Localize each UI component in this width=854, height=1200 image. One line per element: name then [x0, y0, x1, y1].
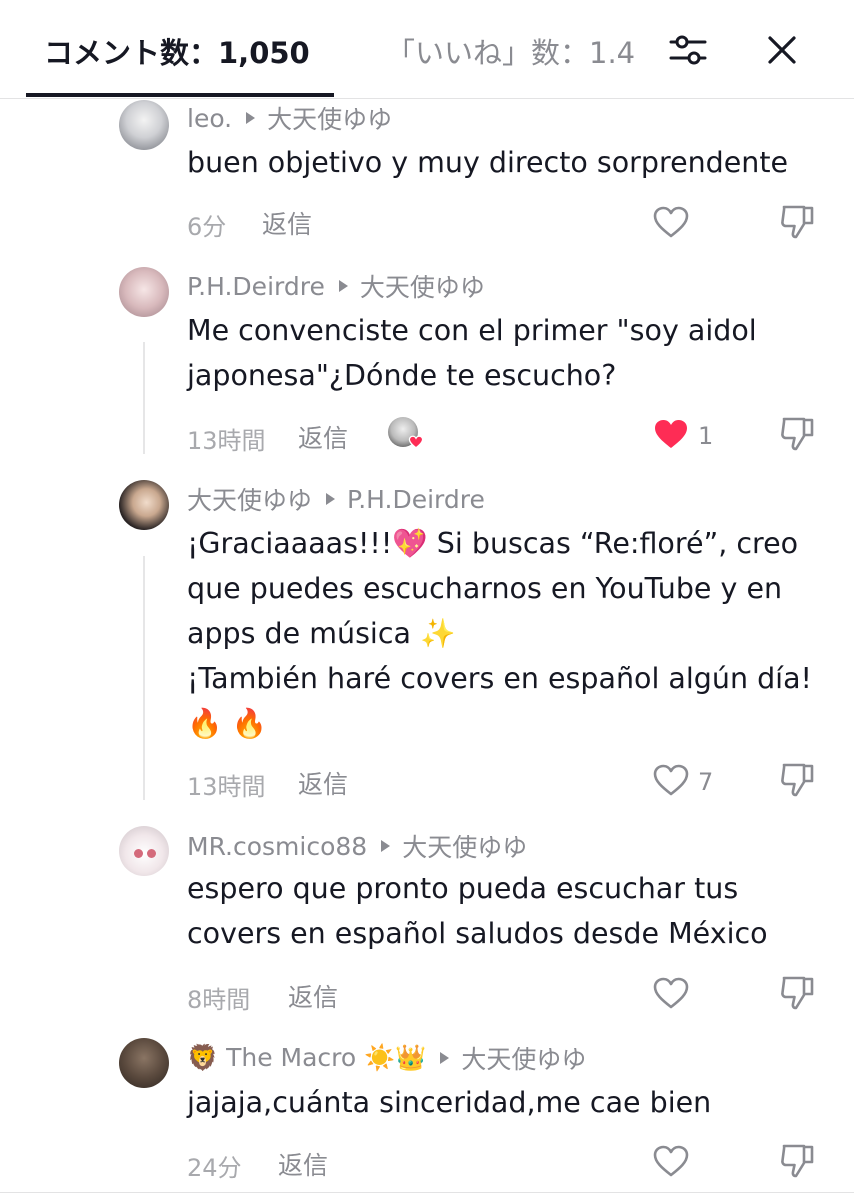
comment-header: P.H.Deirdre 大天使ゆゆ	[187, 268, 485, 304]
comment-text: espero que pronto pueda escuchar tus cov…	[187, 866, 768, 956]
comment-header: 大天使ゆゆ P.H.Deirdre	[187, 481, 485, 517]
username[interactable]: leo.	[187, 104, 232, 133]
comment-time: 13時間	[187, 773, 266, 801]
avatar[interactable]	[119, 267, 169, 317]
heart-outline-icon	[653, 206, 689, 238]
like-button[interactable]	[652, 760, 692, 800]
header-divider	[0, 98, 854, 99]
comment-time: 8時間	[187, 986, 251, 1014]
comment-line: espero que pronto pueda escuchar tus	[187, 872, 739, 905]
heart-outline-icon	[653, 1145, 689, 1177]
heart-outline-icon	[653, 977, 689, 1009]
reply-to-username[interactable]: 大天使ゆゆ	[402, 828, 527, 864]
reply-to-arrow-icon	[338, 280, 348, 292]
filter-button[interactable]	[664, 26, 712, 74]
comment-line: Me convenciste con el primer "soy aidol	[187, 314, 757, 347]
reply-to-username[interactable]: P.H.Deirdre	[347, 485, 485, 514]
active-tab-indicator	[26, 93, 334, 97]
comment-line: que puedes escucharnos en YouTube y en	[187, 572, 783, 605]
comment-header: leo. 大天使ゆゆ	[187, 100, 392, 136]
reply-button[interactable]: 返信	[298, 765, 348, 801]
like-button[interactable]	[652, 1141, 692, 1181]
comments-header: コメント数：1,050 「いいね」数：1.4	[0, 0, 854, 100]
comment-text: jajaja,cuánta sinceridad,me cae bien	[187, 1080, 711, 1125]
comment-line: buen objetivo y muy directo sorprendente	[187, 146, 789, 179]
reply-button[interactable]: 返信	[298, 419, 348, 455]
tab-comments[interactable]: コメント数：1,050	[44, 30, 310, 72]
reply-button[interactable]: 返信	[278, 1146, 328, 1182]
username[interactable]: 大天使ゆゆ	[187, 481, 312, 517]
comment-line: covers en español saludos desde México	[187, 917, 768, 950]
like-count: 7	[698, 768, 714, 796]
tab-likes[interactable]: 「いいね」数：1.4	[386, 30, 642, 72]
comment-line: ¡También haré covers en español algún dí…	[187, 662, 812, 695]
like-count: 1	[698, 422, 714, 450]
thumbs-down-icon	[781, 976, 814, 1010]
username[interactable]: 🦁 The Macro ☀️👑	[187, 1043, 426, 1073]
reply-to-username[interactable]: 大天使ゆゆ	[360, 268, 485, 304]
comment-line: jajaja,cuánta sinceridad,me cae bien	[187, 1086, 712, 1119]
heart-filled-icon	[655, 420, 687, 448]
comment-time: 13時間	[187, 427, 266, 455]
username[interactable]: MR.cosmico88	[187, 832, 367, 861]
thumbs-down-icon	[781, 417, 814, 451]
reply-to-arrow-icon	[381, 840, 391, 852]
comment-line: ¡Graciaaaas!!!💖 Si buscas “Re:floré”, cr…	[187, 527, 799, 560]
comment-time: 6分	[187, 213, 227, 241]
comment-header: 🦁 The Macro ☀️👑 大天使ゆゆ	[187, 1040, 586, 1076]
comment-text: buen objetivo y muy directo sorprendente	[187, 140, 788, 185]
avatar[interactable]	[119, 1038, 169, 1088]
username[interactable]: P.H.Deirdre	[187, 272, 325, 301]
avatar[interactable]	[119, 100, 169, 150]
reply-to-username[interactable]: 大天使ゆゆ	[267, 100, 392, 136]
reply-to-arrow-icon	[246, 112, 256, 124]
sliders-icon	[669, 35, 707, 65]
comment-line: japonesa"¿Dónde te escucho?	[187, 359, 617, 392]
reply-to-arrow-icon	[326, 493, 336, 505]
reply-button[interactable]: 返信	[288, 978, 338, 1014]
dislike-button[interactable]	[778, 414, 818, 454]
comment-line: apps de música ✨	[187, 617, 456, 650]
heart-outline-icon	[653, 764, 689, 796]
comment-line: 🔥 🔥	[187, 707, 268, 740]
thread-line	[143, 556, 145, 800]
comment-time: 24分	[187, 1154, 242, 1182]
creator-liked-avatar	[388, 417, 424, 449]
bottom-divider	[0, 1192, 854, 1193]
comment-text: Me convenciste con el primer "soy aidol …	[187, 308, 757, 398]
reply-to-username[interactable]: 大天使ゆゆ	[461, 1040, 586, 1076]
like-button[interactable]	[652, 414, 692, 454]
thumbs-down-icon	[781, 1144, 814, 1178]
avatar[interactable]	[119, 826, 169, 876]
dislike-button[interactable]	[778, 760, 818, 800]
dislike-button[interactable]	[778, 973, 818, 1013]
thumbs-down-icon	[781, 205, 814, 239]
dislike-button[interactable]	[778, 202, 818, 242]
heart-filled-icon	[408, 435, 424, 449]
comment-text: ¡Graciaaaas!!!💖 Si buscas “Re:floré”, cr…	[187, 521, 812, 746]
close-button[interactable]	[758, 26, 806, 74]
reply-to-arrow-icon	[440, 1052, 450, 1064]
thumbs-down-icon	[781, 763, 814, 797]
thread-line	[143, 342, 145, 454]
like-button[interactable]	[652, 973, 692, 1013]
reply-button[interactable]: 返信	[262, 205, 312, 241]
dislike-button[interactable]	[778, 1141, 818, 1181]
close-icon	[768, 36, 796, 64]
comment-header: MR.cosmico88 大天使ゆゆ	[187, 828, 527, 864]
like-button[interactable]	[652, 202, 692, 242]
avatar[interactable]	[119, 480, 169, 530]
